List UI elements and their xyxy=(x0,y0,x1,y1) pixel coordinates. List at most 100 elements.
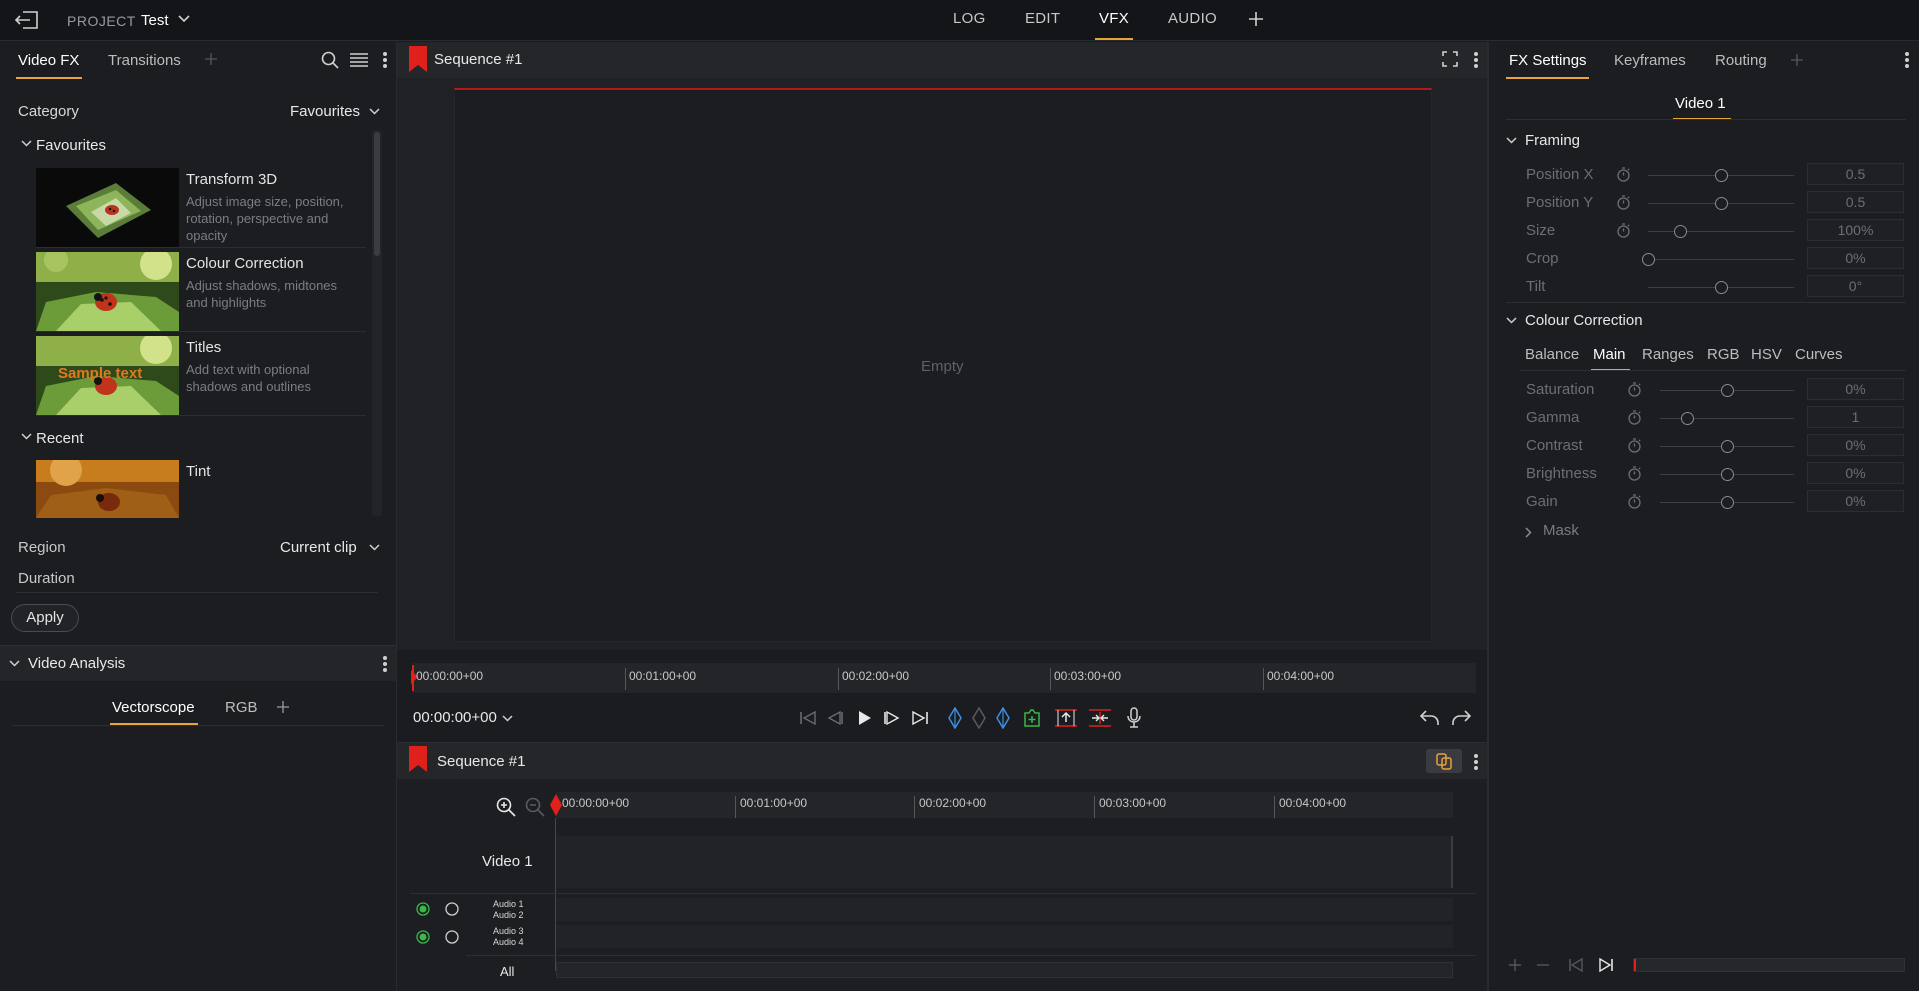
favourites-group-header[interactable]: Favourites xyxy=(36,137,106,154)
region-dropdown[interactable]: Current clip xyxy=(280,539,357,556)
tab-rgb[interactable]: RGB xyxy=(1707,346,1740,363)
zoom-out-icon[interactable] xyxy=(525,797,545,817)
recent-group-header[interactable]: Recent xyxy=(36,430,84,447)
undo-icon[interactable] xyxy=(1420,709,1440,727)
keyframe-stopwatch-icon[interactable] xyxy=(1627,438,1641,453)
tab-keyframes[interactable]: Keyframes xyxy=(1614,52,1686,69)
keyframe-stopwatch-icon[interactable] xyxy=(1627,466,1641,481)
add-tab-icon[interactable] xyxy=(277,701,289,713)
keyframe-stopwatch-icon[interactable] xyxy=(1627,382,1641,397)
slider-handle[interactable] xyxy=(1721,440,1734,453)
fullscreen-icon[interactable] xyxy=(1442,51,1458,67)
step-forward-icon[interactable] xyxy=(883,710,901,726)
chevron-down-icon[interactable] xyxy=(502,714,513,723)
overwrite-icon[interactable] xyxy=(1088,709,1112,727)
timeline-overview-scrollbar[interactable] xyxy=(556,962,1453,978)
tab-transitions[interactable]: Transitions xyxy=(108,52,181,69)
audio-solo-toggle[interactable] xyxy=(445,930,459,944)
add-mode-icon[interactable] xyxy=(1248,11,1264,27)
slider-handle[interactable] xyxy=(1680,412,1694,425)
tab-balance[interactable]: Balance xyxy=(1525,346,1579,363)
fx-card-transform-3d[interactable]: Transform 3D Adjust image size, position… xyxy=(36,166,366,248)
chevron-right-icon[interactable] xyxy=(1524,527,1533,538)
slider-handle[interactable] xyxy=(1642,253,1655,266)
chevron-down-icon[interactable] xyxy=(21,432,32,441)
slider-handle[interactable] xyxy=(1721,384,1734,397)
video-track-lane[interactable] xyxy=(556,836,1453,888)
param-slider[interactable] xyxy=(1648,231,1794,232)
more-options-icon[interactable] xyxy=(1905,52,1909,68)
add-tab-icon[interactable] xyxy=(1791,54,1803,66)
insert-icon[interactable] xyxy=(1054,709,1078,727)
microphone-icon[interactable] xyxy=(1126,707,1142,729)
param-value-field[interactable]: 0% xyxy=(1807,247,1904,269)
category-dropdown[interactable]: Favourites xyxy=(290,103,360,120)
next-keyframe-icon[interactable] xyxy=(1598,957,1614,973)
tab-ranges[interactable]: Ranges xyxy=(1642,346,1694,363)
chevron-down-icon[interactable] xyxy=(1506,316,1517,325)
timecode-display[interactable]: 00:00:00+00 xyxy=(413,709,497,726)
video-track-label[interactable]: Video 1 xyxy=(482,853,533,870)
mode-log[interactable]: LOG xyxy=(953,10,986,27)
tab-routing[interactable]: Routing xyxy=(1715,52,1767,69)
previous-keyframe-icon[interactable] xyxy=(1568,957,1584,973)
step-back-icon[interactable] xyxy=(826,710,844,726)
mark-in-icon[interactable] xyxy=(948,707,962,729)
chevron-down-icon[interactable] xyxy=(9,659,20,668)
video-preview[interactable]: Empty xyxy=(454,88,1432,642)
exit-project-icon[interactable] xyxy=(14,10,40,30)
param-value-field[interactable]: 0.5 xyxy=(1807,163,1904,185)
tab-rgb[interactable]: RGB xyxy=(225,699,258,716)
audio-enable-toggle[interactable] xyxy=(416,930,430,944)
mark-out-icon[interactable] xyxy=(996,707,1010,729)
framing-section-header[interactable]: Framing xyxy=(1525,132,1580,149)
apply-button[interactable]: Apply xyxy=(11,604,79,632)
remove-keyframe-icon[interactable] xyxy=(1536,958,1550,972)
chevron-down-icon[interactable] xyxy=(369,107,380,116)
param-value-field[interactable]: 0° xyxy=(1807,275,1904,297)
all-tracks-label[interactable]: All xyxy=(500,964,514,979)
fx-card-titles[interactable]: Sample text Titles Add text with optiona… xyxy=(36,334,366,416)
param-slider[interactable] xyxy=(1648,259,1794,260)
tab-video-1[interactable]: Video 1 xyxy=(1675,95,1726,112)
project-name[interactable]: Test xyxy=(141,12,169,29)
tab-main[interactable]: Main xyxy=(1593,346,1626,363)
tab-curves[interactable]: Curves xyxy=(1795,346,1843,363)
linked-selection-toggle[interactable] xyxy=(1426,749,1462,773)
audio-enable-toggle[interactable] xyxy=(416,902,430,916)
keyframe-stopwatch-icon[interactable] xyxy=(1627,410,1641,425)
param-value-field[interactable]: 1 xyxy=(1807,406,1904,428)
param-value-field[interactable]: 0% xyxy=(1807,462,1904,484)
play-icon[interactable] xyxy=(858,710,872,726)
tab-video-fx[interactable]: Video FX xyxy=(18,52,79,69)
chevron-down-icon[interactable] xyxy=(1506,136,1517,145)
more-options-icon[interactable] xyxy=(1474,52,1478,68)
slider-handle[interactable] xyxy=(1721,496,1734,509)
search-icon[interactable] xyxy=(321,51,339,69)
param-value-field[interactable]: 0% xyxy=(1807,434,1904,456)
tab-vectorscope[interactable]: Vectorscope xyxy=(112,699,195,716)
mode-vfx[interactable]: VFX xyxy=(1094,10,1134,40)
more-options-icon[interactable] xyxy=(383,656,387,672)
fx-card-colour-correction[interactable]: Colour Correction Adjust shadows, midton… xyxy=(36,250,366,332)
audio-solo-toggle[interactable] xyxy=(445,902,459,916)
keyframe-stopwatch-icon[interactable] xyxy=(1616,223,1630,238)
mode-audio[interactable]: AUDIO xyxy=(1168,10,1217,27)
keyframe-stopwatch-icon[interactable] xyxy=(1616,167,1630,182)
chevron-down-icon[interactable] xyxy=(369,543,380,552)
param-value-field[interactable]: 100% xyxy=(1807,219,1904,241)
chevron-down-icon[interactable] xyxy=(178,14,190,24)
keyframe-stopwatch-icon[interactable] xyxy=(1627,494,1641,509)
audio-track-lane[interactable] xyxy=(556,925,1453,948)
go-to-start-icon[interactable] xyxy=(799,710,817,726)
param-value-field[interactable]: 0.5 xyxy=(1807,191,1904,213)
more-options-icon[interactable] xyxy=(1474,754,1478,770)
slider-handle[interactable] xyxy=(1715,197,1728,210)
mask-section-header[interactable]: Mask xyxy=(1543,522,1579,539)
keyframe-track[interactable] xyxy=(1633,958,1905,972)
audio-track-lane[interactable] xyxy=(556,898,1453,921)
tab-hsv[interactable]: HSV xyxy=(1751,346,1782,363)
fx-card-tint[interactable]: Tint xyxy=(36,458,366,518)
fx-list-scrollbar[interactable] xyxy=(372,130,382,516)
mark-clip-icon[interactable] xyxy=(972,707,986,729)
